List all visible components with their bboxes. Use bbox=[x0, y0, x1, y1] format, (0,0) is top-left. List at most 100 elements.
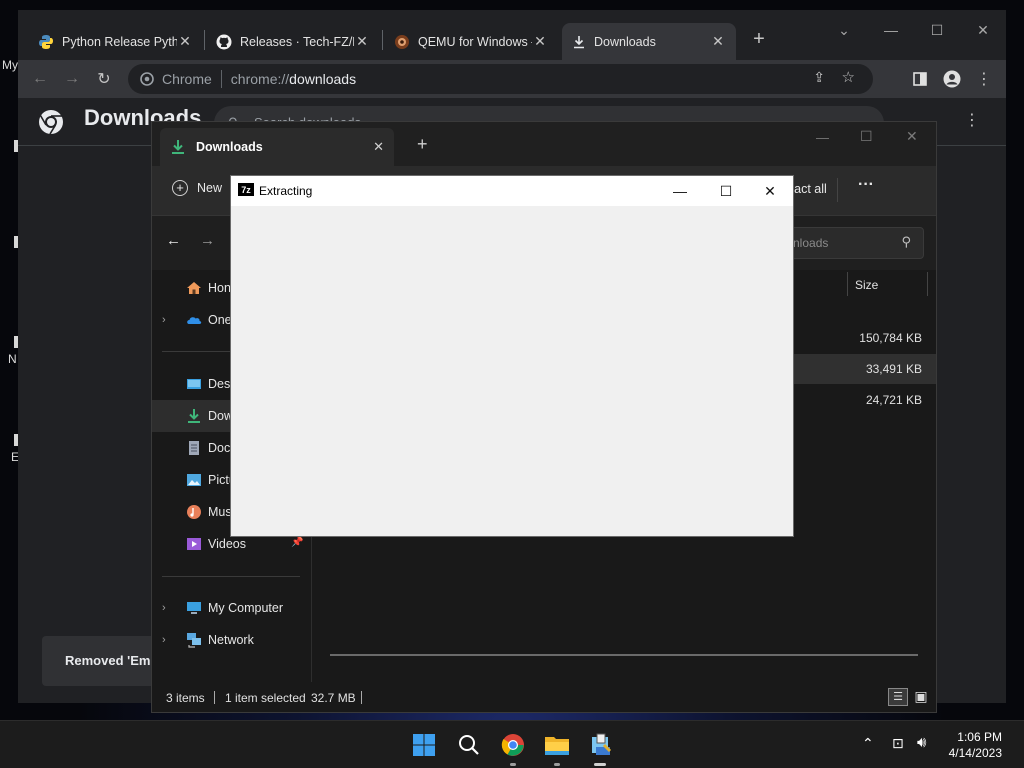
forward-arrow-icon[interactable]: → bbox=[58, 66, 86, 92]
start-windows-icon[interactable] bbox=[408, 729, 440, 761]
minimize-button[interactable]: — bbox=[868, 16, 914, 44]
close-window-button[interactable]: ✕ bbox=[747, 176, 793, 206]
close-icon[interactable]: ✕ bbox=[532, 33, 548, 50]
new-button-label: New bbox=[197, 181, 223, 195]
see-more-button[interactable]: ··· bbox=[858, 176, 874, 194]
videos-icon bbox=[187, 538, 201, 550]
download-icon bbox=[574, 35, 584, 48]
dialog-title: Extracting bbox=[259, 184, 313, 198]
computer-icon bbox=[187, 602, 201, 614]
new-button[interactable]: + New bbox=[172, 180, 222, 196]
omnibox-separator bbox=[220, 70, 222, 88]
chevron-right-icon[interactable]: › bbox=[162, 314, 178, 326]
tab-qemu[interactable]: QEMU for Windows – ✕ bbox=[384, 23, 558, 60]
new-tab-button[interactable]: + bbox=[417, 134, 428, 155]
qemu-icon bbox=[395, 34, 409, 49]
chevron-up-icon[interactable]: ⌃ bbox=[862, 735, 874, 752]
search-icon[interactable] bbox=[453, 729, 485, 761]
profile-icon[interactable] bbox=[938, 66, 966, 92]
omnibox-chip: Chrome bbox=[162, 71, 212, 87]
status-size: 32.7 MB bbox=[311, 691, 356, 705]
desktop-icon-label[interactable]: N bbox=[8, 352, 17, 366]
chrome-taskbar-icon[interactable] bbox=[497, 729, 529, 761]
file-explorer-taskbar-icon[interactable] bbox=[541, 729, 573, 761]
cmd-separator bbox=[837, 178, 838, 202]
maximize-button[interactable]: ☐ bbox=[914, 16, 960, 44]
side-panel-icon[interactable] bbox=[906, 66, 934, 92]
close-window-button[interactable]: ✕ bbox=[960, 16, 1006, 44]
onedrive-icon bbox=[187, 317, 202, 324]
tab-title: QEMU for Windows – bbox=[418, 34, 532, 49]
nav-label: Network bbox=[208, 633, 254, 647]
close-icon[interactable]: ✕ bbox=[373, 139, 384, 155]
tab-search-chevron-icon[interactable]: ⌄ bbox=[821, 16, 867, 44]
url-scheme: chrome:// bbox=[230, 71, 290, 87]
file-size: 33,491 KB bbox=[865, 362, 922, 376]
column-divider[interactable] bbox=[847, 272, 848, 296]
7zip-app-icon: 7z bbox=[238, 183, 254, 196]
back-arrow-icon[interactable]: ← bbox=[166, 232, 181, 249]
address-bar[interactable]: Chrome chrome://downloads ⇪ ☆ bbox=[128, 64, 873, 94]
home-icon bbox=[187, 282, 201, 294]
reload-icon[interactable]: ↻ bbox=[90, 66, 118, 92]
nav-item-network[interactable]: › Network bbox=[152, 624, 310, 656]
close-icon[interactable]: ✕ bbox=[710, 33, 726, 50]
pin-icon[interactable]: 📌 bbox=[291, 537, 303, 548]
tab-github-releases[interactable]: Releases · Tech-FZ/Em ✕ bbox=[206, 23, 380, 60]
close-icon[interactable]: ✕ bbox=[354, 33, 370, 50]
details-view-icon[interactable]: ☰ bbox=[888, 688, 908, 706]
volume-icon[interactable]: 🔊︎ bbox=[917, 734, 926, 751]
nav-item-my-computer[interactable]: › My Computer bbox=[152, 592, 310, 624]
plus-circle-icon: + bbox=[172, 180, 188, 196]
horizontal-scrollbar[interactable] bbox=[330, 654, 918, 656]
extract-all-button[interactable]: ract all bbox=[790, 182, 827, 196]
forward-arrow-icon[interactable]: → bbox=[200, 232, 215, 249]
minimize-button[interactable]: — bbox=[816, 130, 829, 145]
maximize-button[interactable]: ☐ bbox=[860, 128, 873, 145]
back-arrow-icon[interactable]: ← bbox=[26, 66, 54, 92]
nav-label: My Computer bbox=[208, 601, 284, 615]
column-divider[interactable] bbox=[927, 272, 928, 296]
tab-separator bbox=[382, 30, 383, 50]
chevron-right-icon[interactable]: › bbox=[162, 602, 178, 614]
file-size: 150,784 KB bbox=[859, 331, 922, 345]
explorer-tab-downloads[interactable]: Downloads ✕ bbox=[160, 128, 394, 166]
new-tab-button[interactable]: + bbox=[746, 27, 772, 53]
chrome-logo-icon bbox=[39, 110, 63, 135]
url-path: downloads bbox=[289, 71, 357, 87]
nav-label: Hon bbox=[208, 281, 231, 295]
downloads-menu-icon[interactable]: ⋮ bbox=[964, 110, 980, 130]
tab-title: Python Release Pytho bbox=[62, 34, 177, 49]
explorer-tabbar: Downloads ✕ + — ☐ ✕ bbox=[152, 122, 936, 166]
network-icon bbox=[187, 633, 201, 648]
status-separator bbox=[214, 691, 215, 704]
tab-separator bbox=[204, 30, 205, 50]
clock-time: 1:06 PM bbox=[957, 730, 1002, 744]
tab-downloads[interactable]: Downloads ✕ bbox=[562, 23, 736, 60]
dialog-titlebar: 7z Extracting — ☐ ✕ bbox=[231, 176, 793, 206]
system-clock[interactable]: 1:06 PM 4/14/2023 bbox=[949, 729, 1002, 761]
minimize-button[interactable]: — bbox=[657, 176, 703, 206]
bookmark-star-icon[interactable]: ☆ bbox=[842, 68, 855, 86]
tab-python-release[interactable]: Python Release Pytho ✕ bbox=[28, 23, 203, 60]
desktop-icon-label[interactable]: My bbox=[2, 58, 18, 72]
column-header-size[interactable]: Size bbox=[855, 278, 878, 292]
status-item-count: 3 items bbox=[166, 691, 205, 705]
downloads-icon bbox=[188, 409, 200, 423]
chevron-right-icon[interactable]: › bbox=[162, 634, 178, 646]
share-icon[interactable]: ⇪ bbox=[813, 69, 825, 86]
tiles-view-icon[interactable]: ▣ bbox=[912, 688, 930, 706]
search-icon: ⚲ bbox=[901, 234, 911, 249]
maximize-button[interactable]: ☐ bbox=[703, 176, 749, 206]
close-window-button[interactable]: ✕ bbox=[906, 128, 918, 145]
nav-label: Mus bbox=[208, 505, 232, 519]
clock-date: 4/14/2023 bbox=[948, 746, 1002, 760]
7zip-taskbar-icon[interactable] bbox=[585, 729, 617, 761]
kebab-menu-icon[interactable]: ⋮ bbox=[970, 66, 998, 92]
close-icon[interactable]: ✕ bbox=[177, 33, 193, 50]
python-icon bbox=[39, 34, 53, 49]
network-icon[interactable]: ⊡ bbox=[892, 735, 904, 752]
running-indicator bbox=[554, 763, 560, 766]
extracting-dialog: 7z Extracting — ☐ ✕ bbox=[230, 175, 794, 537]
nav-label: One bbox=[208, 313, 232, 327]
